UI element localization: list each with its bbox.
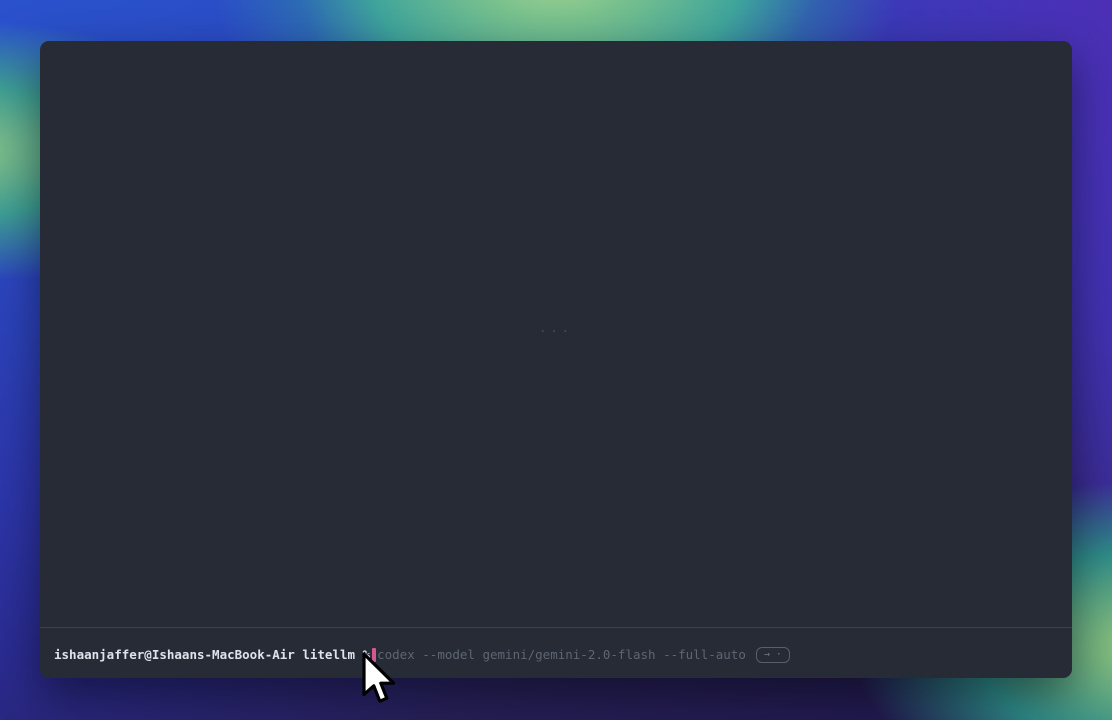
command-prompt-line[interactable]: ishaanjaffer@Ishaans-MacBook-Air litellm… — [54, 647, 1058, 663]
prompt-directory: litellm — [302, 647, 355, 663]
accept-suggestion-key-hint: → · — [756, 647, 790, 663]
prompt-user-host: ishaanjaffer@Ishaans-MacBook-Air — [54, 647, 295, 663]
loading-indicator: ... — [40, 321, 1072, 335]
autosuggestion-text: codex --model gemini/gemini-2.0-flash --… — [377, 647, 746, 663]
terminal-window[interactable]: ... ishaanjaffer@Ishaans-MacBook-Air lit… — [40, 41, 1072, 678]
prompt-separator — [40, 627, 1072, 628]
mouse-pointer-icon — [360, 652, 398, 708]
spacer — [295, 647, 303, 663]
